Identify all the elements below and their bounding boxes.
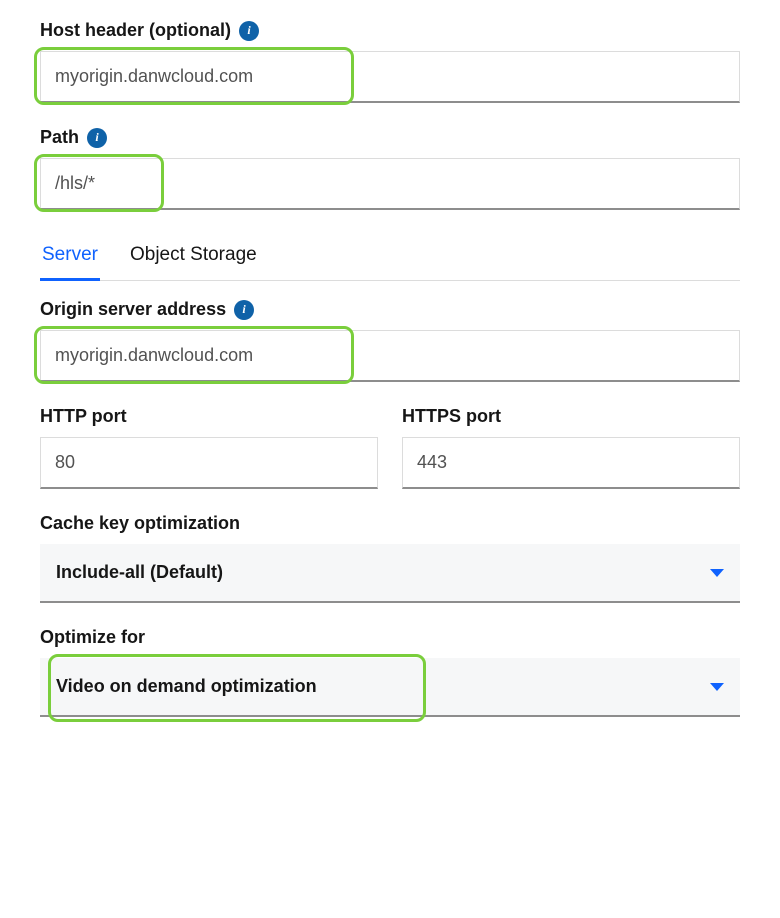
origin-server-input[interactable]	[40, 330, 740, 382]
path-input[interactable]	[40, 158, 740, 210]
host-header-label: Host header (optional) i	[40, 20, 740, 41]
cache-key-select[interactable]: Include-all (Default)	[40, 544, 740, 603]
cache-key-group: Cache key optimization Include-all (Defa…	[40, 513, 740, 603]
http-port-label: HTTP port	[40, 406, 378, 427]
optimize-for-group: Optimize for Video on demand optimizatio…	[40, 627, 740, 717]
origin-server-label-text: Origin server address	[40, 299, 226, 320]
info-icon[interactable]: i	[87, 128, 107, 148]
ports-row: HTTP port HTTPS port	[40, 406, 740, 513]
optimize-for-label-text: Optimize for	[40, 627, 145, 648]
cache-key-label-text: Cache key optimization	[40, 513, 240, 534]
path-group: Path i	[40, 127, 740, 210]
info-icon[interactable]: i	[234, 300, 254, 320]
origin-server-label: Origin server address i	[40, 299, 740, 320]
optimize-for-selected: Video on demand optimization	[56, 676, 317, 697]
chevron-down-icon	[710, 569, 724, 577]
host-header-label-text: Host header (optional)	[40, 20, 231, 41]
tab-object-storage[interactable]: Object Storage	[128, 234, 259, 281]
origin-server-group: Origin server address i	[40, 299, 740, 382]
origin-server-input-wrap	[40, 330, 740, 382]
chevron-down-icon	[710, 683, 724, 691]
tab-server[interactable]: Server	[40, 234, 100, 281]
https-port-input[interactable]	[402, 437, 740, 489]
cache-key-label: Cache key optimization	[40, 513, 740, 534]
cache-key-selected: Include-all (Default)	[56, 562, 223, 583]
optimize-for-label: Optimize for	[40, 627, 740, 648]
tabs: Server Object Storage	[40, 234, 740, 281]
host-header-input-wrap	[40, 51, 740, 103]
http-port-group: HTTP port	[40, 406, 378, 489]
path-label: Path i	[40, 127, 740, 148]
optimize-for-select-wrap: Video on demand optimization	[40, 658, 740, 717]
host-header-group: Host header (optional) i	[40, 20, 740, 103]
optimize-for-select[interactable]: Video on demand optimization	[40, 658, 740, 717]
http-port-label-text: HTTP port	[40, 406, 127, 427]
http-port-input[interactable]	[40, 437, 378, 489]
https-port-label-text: HTTPS port	[402, 406, 501, 427]
https-port-label: HTTPS port	[402, 406, 740, 427]
https-port-group: HTTPS port	[402, 406, 740, 489]
path-label-text: Path	[40, 127, 79, 148]
host-header-input[interactable]	[40, 51, 740, 103]
path-input-wrap	[40, 158, 740, 210]
info-icon[interactable]: i	[239, 21, 259, 41]
